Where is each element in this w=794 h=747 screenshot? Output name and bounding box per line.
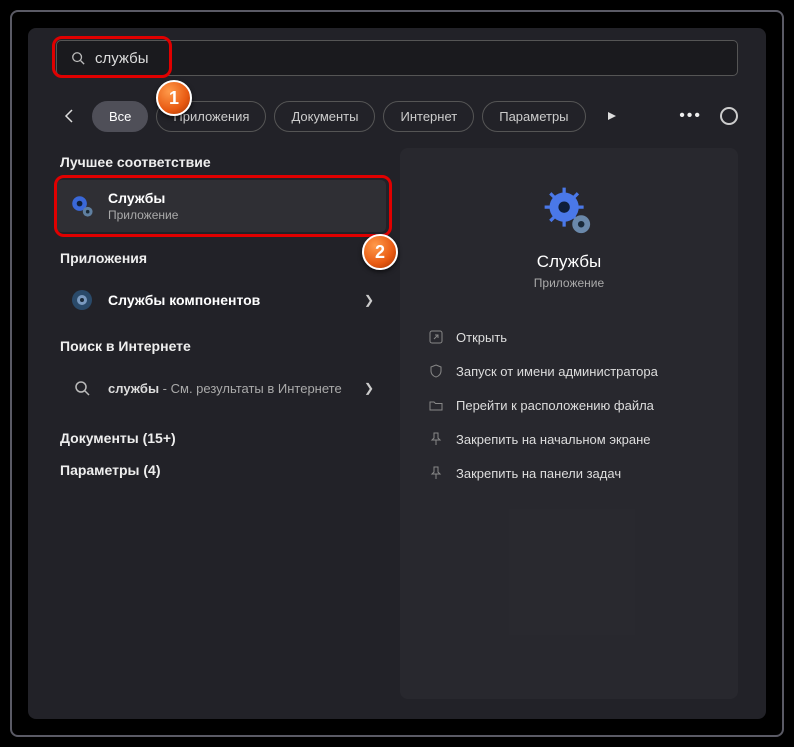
more-icon[interactable]: ••• bbox=[679, 107, 702, 125]
best-match-text: Службы Приложение bbox=[108, 190, 374, 222]
search-bar-container bbox=[28, 40, 738, 76]
chevron-right-icon: ❯ bbox=[364, 293, 374, 307]
section-web: Поиск в Интернете bbox=[60, 338, 386, 354]
action-location-label: Перейти к расположению файла bbox=[456, 398, 654, 413]
pin-icon bbox=[428, 431, 444, 447]
filter-all[interactable]: Все bbox=[92, 101, 148, 132]
search-panel: Все Приложения Документы Интернет Параме… bbox=[28, 28, 766, 719]
gears-icon bbox=[68, 192, 96, 220]
section-documents[interactable]: Документы (15+) bbox=[60, 430, 386, 446]
gears-icon bbox=[543, 186, 595, 238]
component-services-icon bbox=[68, 286, 96, 314]
best-match-title: Службы bbox=[108, 190, 374, 206]
action-pin-start[interactable]: Закрепить на начальном экране bbox=[418, 422, 720, 456]
action-open[interactable]: Открыть bbox=[418, 320, 720, 354]
filter-internet[interactable]: Интернет bbox=[383, 101, 474, 132]
action-admin-label: Запуск от имени администратора bbox=[456, 364, 658, 379]
shield-icon bbox=[428, 363, 444, 379]
overflow-next-icon[interactable] bbox=[598, 102, 626, 130]
action-pin-start-label: Закрепить на начальном экране bbox=[456, 432, 651, 447]
preview-title: Службы bbox=[418, 252, 720, 272]
section-settings[interactable]: Параметры (4) bbox=[60, 462, 386, 478]
back-button[interactable] bbox=[56, 102, 84, 130]
step-badge-2: 2 bbox=[362, 234, 398, 270]
toolbar-right: ••• bbox=[679, 107, 738, 125]
step-badge-1: 1 bbox=[156, 80, 192, 116]
best-match-item[interactable]: Службы Приложение bbox=[56, 180, 386, 232]
search-bar[interactable] bbox=[56, 40, 738, 76]
circle-icon[interactable] bbox=[720, 107, 738, 125]
action-pin-taskbar[interactable]: Закрепить на панели задач bbox=[418, 456, 720, 490]
section-best-match: Лучшее соответствие bbox=[60, 154, 386, 170]
web-result-text: службы - См. результаты в Интернете bbox=[108, 381, 352, 396]
web-result-title: службы - См. результаты в Интернете bbox=[108, 381, 352, 396]
pin-icon bbox=[428, 465, 444, 481]
preview-sub: Приложение bbox=[418, 276, 720, 290]
action-pin-taskbar-label: Закрепить на панели задач bbox=[456, 466, 621, 481]
open-icon bbox=[428, 329, 444, 345]
search-input[interactable] bbox=[95, 50, 723, 67]
action-open-location[interactable]: Перейти к расположению файла bbox=[418, 388, 720, 422]
action-open-label: Открыть bbox=[456, 330, 507, 345]
app-result-text: Службы компонентов bbox=[108, 292, 352, 308]
web-result-item[interactable]: службы - См. результаты в Интернете ❯ bbox=[56, 364, 386, 412]
section-apps: Приложения bbox=[60, 250, 386, 266]
app-result-title: Службы компонентов bbox=[108, 292, 352, 308]
search-icon bbox=[68, 374, 96, 402]
folder-icon bbox=[428, 397, 444, 413]
app-result-item[interactable]: Службы компонентов ❯ bbox=[56, 276, 386, 324]
preview-panel: Службы Приложение Открыть Запуск от имен… bbox=[400, 148, 738, 699]
action-run-admin[interactable]: Запуск от имени администратора bbox=[418, 354, 720, 388]
results-column: Лучшее соответствие Службы Приложение Пр… bbox=[56, 148, 386, 699]
chevron-right-icon: ❯ bbox=[364, 381, 374, 395]
window-frame: Все Приложения Документы Интернет Параме… bbox=[10, 10, 784, 737]
filter-documents[interactable]: Документы bbox=[274, 101, 375, 132]
filter-settings[interactable]: Параметры bbox=[482, 101, 585, 132]
search-icon bbox=[71, 51, 85, 65]
best-match-sub: Приложение bbox=[108, 208, 374, 222]
